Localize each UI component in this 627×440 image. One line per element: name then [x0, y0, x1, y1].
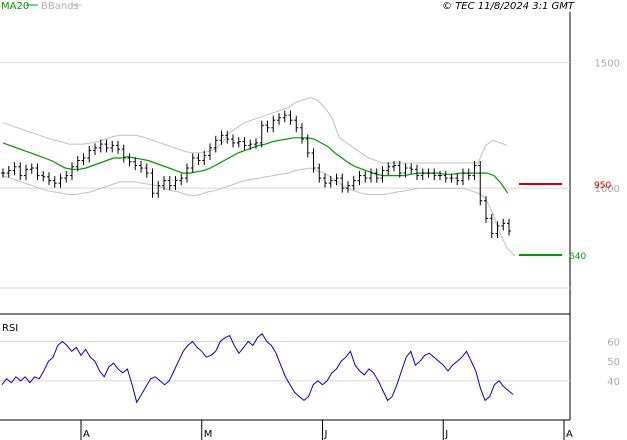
ohlc-bar — [110, 140, 115, 153]
ohlc-bar — [363, 171, 368, 183]
ohlc-bar — [489, 213, 494, 238]
ohlc-bar — [81, 153, 86, 166]
price-panel — [0, 12, 570, 314]
ohlc-bar — [277, 113, 281, 125]
ohlc-bar — [432, 168, 437, 181]
ohlc-bar — [87, 145, 92, 163]
ohlc-bar — [190, 153, 195, 173]
ohlc-bar — [18, 162, 23, 181]
legend-bbands: BBands — [41, 1, 79, 12]
ohlc-bar — [282, 110, 287, 123]
ohlc-bar — [357, 171, 362, 186]
ohlc-bar — [455, 173, 460, 186]
legend-ma20: MA20 — [1, 1, 29, 12]
ohlc-bar — [386, 162, 391, 176]
ohlc-bar — [461, 168, 465, 186]
time-tick-label: J — [324, 429, 328, 440]
ohlc-bar — [179, 173, 184, 186]
time-tick-label: A — [83, 429, 90, 440]
ohlc-bar — [41, 171, 46, 182]
ohlc-bar — [104, 139, 109, 153]
ohlc-bar — [374, 168, 379, 183]
ohlc-bar — [127, 153, 132, 167]
copyright-stamp: © TEC 11/8/2024 3:1 GMT — [442, 1, 575, 12]
ohlc-bar — [35, 163, 40, 181]
price-tick-label: 1500 — [595, 58, 620, 69]
ohlc-bar — [340, 173, 345, 193]
ohlc-bar — [121, 144, 126, 163]
ohlc-bar — [317, 163, 322, 183]
ohlc-bar — [242, 137, 247, 150]
rsi-tick-label: 40 — [607, 377, 620, 388]
time-tick-label: J — [444, 429, 448, 440]
ma20-path — [2, 137, 509, 194]
ohlc-bar — [202, 150, 207, 166]
time-axis: AMJJA — [80, 420, 573, 440]
ohlc-bar — [70, 162, 74, 181]
ohlc-bar — [415, 164, 419, 181]
rsi-axis-labels: 60 50 40 — [607, 338, 620, 388]
ma20-line — [2, 137, 509, 194]
rsi-tick-label: 60 — [607, 338, 620, 349]
ohlc-bar — [133, 157, 138, 171]
ohlc-bar — [288, 110, 293, 125]
ohlc-bar — [466, 168, 471, 181]
ohlc-bar — [438, 171, 442, 181]
rsi-tick-label: 50 — [607, 357, 620, 368]
resistance-label: 950 — [594, 181, 611, 191]
ohlc-bar — [93, 143, 97, 155]
ohlc-bar — [58, 173, 63, 188]
ohlc-bar — [501, 218, 506, 231]
ohlc-bar — [420, 168, 425, 181]
ohlc-bar — [426, 168, 431, 178]
ohlc-bar — [6, 166, 11, 178]
ohlc-bar — [409, 163, 414, 174]
time-tick-label: M — [204, 429, 213, 440]
time-tick-label: A — [566, 429, 573, 440]
ohlc-bar — [24, 164, 28, 181]
ohlc-bar — [323, 173, 327, 188]
ohlc-bar — [236, 137, 241, 148]
price-bars — [1, 110, 511, 238]
ohlc-bar — [300, 123, 304, 144]
chart-canvas: MA20 BBands © TEC 11/8/2024 3:1 GMT 1500… — [0, 1, 620, 440]
ohlc-bar — [150, 168, 155, 198]
ohlc-bar — [449, 173, 454, 183]
ohlc-bar — [139, 160, 143, 173]
ohlc-bar — [52, 176, 57, 188]
ohlc-bar — [507, 218, 511, 236]
rsi-path — [1, 332, 514, 404]
support-label: 640 — [569, 252, 586, 262]
ohlc-bar — [144, 163, 149, 178]
ohlc-bar — [443, 171, 448, 183]
ohlc-bar — [346, 181, 350, 193]
bbands-lower — [2, 167, 516, 257]
ohlc-bar — [472, 160, 477, 181]
ohlc-bar — [380, 166, 385, 183]
ohlc-bar — [294, 115, 299, 133]
ohlc-bar — [369, 168, 373, 183]
ohlc-bar — [484, 196, 488, 223]
ohlc-bar — [156, 181, 161, 198]
ohlc-bar — [47, 172, 51, 186]
ohlc-bar — [29, 163, 34, 174]
ohlc-bar — [334, 173, 339, 186]
ohlc-bar — [196, 153, 201, 166]
price-gridlines — [0, 61, 570, 289]
ohlc-bar — [116, 140, 120, 154]
ohlc-bar — [271, 115, 276, 133]
ohlc-bar — [265, 120, 270, 133]
ohlc-bar — [259, 120, 264, 148]
ohlc-bar — [231, 134, 235, 148]
rsi-title: RSI — [2, 323, 18, 334]
ohlc-bar — [478, 160, 483, 206]
bollinger-bands — [2, 97, 516, 257]
price-axis-labels: 15001000 — [595, 58, 620, 195]
bbands-upper — [2, 97, 508, 164]
ohlc-bar — [64, 171, 69, 183]
rsi-line — [1, 332, 514, 404]
ohlc-bar — [12, 162, 17, 176]
